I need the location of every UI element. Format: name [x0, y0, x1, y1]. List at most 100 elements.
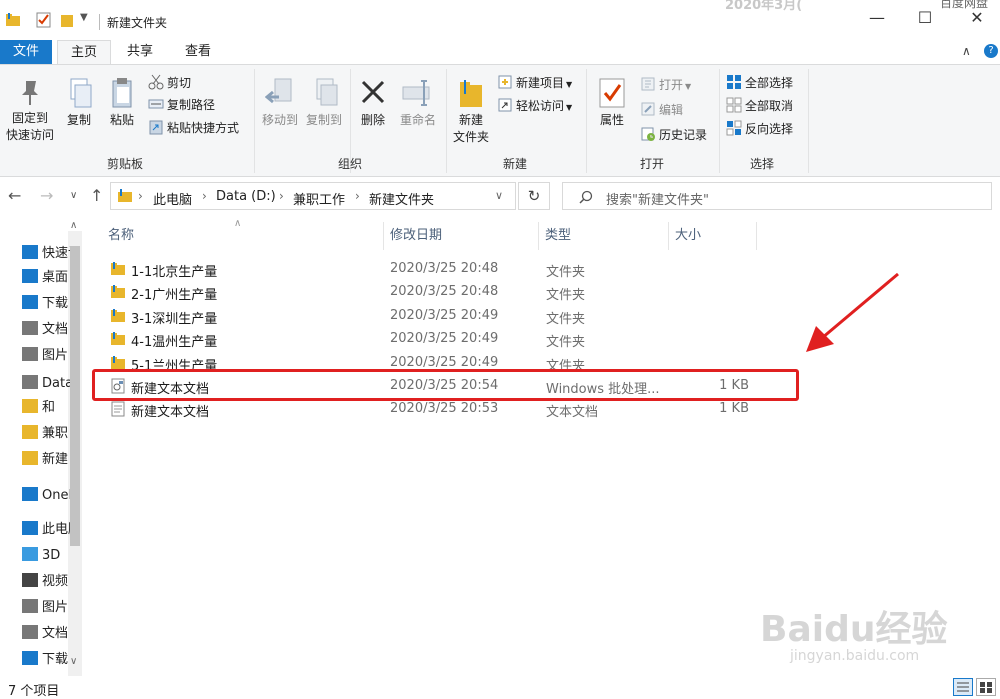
copy-path-button[interactable]: 复制路径 [148, 95, 215, 115]
back-arrow-icon[interactable]: ← [8, 186, 21, 205]
tab-view[interactable]: 查看 [176, 40, 220, 64]
cut-button[interactable]: 剪切 [148, 73, 191, 93]
column-header-name[interactable]: 名称 [102, 222, 384, 250]
tab-share[interactable]: 共享 [118, 40, 162, 64]
desktop-icon [22, 269, 38, 283]
file-name: 1-1北京生产量 [131, 265, 218, 280]
nav-item-15[interactable]: 下载 [22, 650, 70, 670]
select-all-button[interactable]: 全部选择 [726, 73, 793, 93]
column-header-type[interactable]: 类型 [539, 222, 669, 250]
forward-arrow-icon[interactable]: → [40, 186, 53, 205]
breadcrumb-chevron-icon[interactable]: › [279, 189, 284, 203]
text-file-icon [111, 401, 125, 417]
nav-item-12[interactable]: 视频 [22, 572, 70, 592]
help-icon[interactable]: ? [984, 44, 998, 58]
file-row[interactable]: 2-1广州生产量 2020/3/25 20:48 文件夹 [106, 281, 756, 303]
document-icon [22, 321, 38, 335]
history-button[interactable]: 历史记录 [640, 125, 707, 145]
delete-x-icon [361, 80, 385, 104]
breadcrumb-this-pc[interactable]: 此电脑 [153, 189, 192, 208]
file-row[interactable]: 4-1温州生产量 2020/3/25 20:49 文件夹 [106, 328, 756, 350]
breadcrumb-chevron-icon[interactable]: › [138, 189, 143, 203]
nav-item-4[interactable]: 图片 [22, 346, 70, 366]
select-none-button[interactable]: 全部取消 [726, 96, 793, 116]
nav-item-11[interactable]: 3D [22, 546, 70, 566]
watermark-brand: Baidu经验 [760, 609, 948, 650]
nav-item-9[interactable]: OneDrive [22, 486, 70, 506]
nav-item-10[interactable]: 此电脑 [22, 520, 70, 540]
large-icons-view-button[interactable] [976, 678, 996, 696]
nav-item-label: 和 [42, 400, 56, 415]
scroll-down-icon[interactable]: ∨ [70, 656, 77, 667]
group-separator [719, 69, 720, 173]
breadcrumb-chevron-icon[interactable]: › [202, 189, 207, 203]
breadcrumb-new-folder[interactable]: 新建文件夹 [369, 189, 434, 208]
minimize-button[interactable]: — [862, 8, 892, 27]
properties-icon [599, 78, 625, 108]
edit-button[interactable]: 编辑 [640, 100, 683, 120]
pin-icon [22, 81, 38, 105]
nav-item-1[interactable]: 桌面 [22, 268, 70, 288]
properties-check-icon[interactable] [36, 12, 52, 28]
star-icon [22, 245, 38, 259]
drive-icon [22, 375, 38, 389]
copy-button[interactable]: 复制 [60, 77, 98, 129]
title-separator [99, 14, 100, 30]
file-row[interactable]: 3-1深圳生产量 2020/3/25 20:49 文件夹 [106, 305, 756, 327]
file-row[interactable]: 1-1北京生产量 2020/3/25 20:48 文件夹 [106, 258, 756, 280]
file-type: 文件夹 [546, 311, 586, 327]
delete-button[interactable]: 删除 [354, 77, 392, 129]
nav-scrollbar-thumb[interactable] [70, 246, 80, 546]
address-bar[interactable]: › 此电脑 › Data (D:) › 兼职工作 › 新建文件夹 ∨ [110, 182, 516, 210]
paste-shortcut-button[interactable]: 粘贴快捷方式 [148, 118, 239, 138]
highlight-box [92, 369, 799, 401]
nav-item-3[interactable]: 文档 [22, 320, 70, 340]
close-button[interactable]: ✕ [962, 8, 992, 27]
refresh-icon: ↻ [527, 187, 541, 205]
new-folder-button[interactable]: 新建 文件夹 [450, 77, 492, 146]
maximize-button[interactable]: ☐ [910, 8, 940, 27]
pin-to-quick-access-button[interactable]: 固定到 快速访问 [4, 77, 56, 144]
column-header-size[interactable]: 大小 [669, 222, 757, 250]
open-group-label: 打开 [639, 157, 664, 171]
tab-home[interactable]: 主页 [57, 40, 111, 65]
group-separator [446, 69, 447, 173]
cloud-icon [22, 487, 38, 501]
invert-selection-button[interactable]: 反向选择 [726, 119, 793, 139]
properties-button[interactable]: 属性 [592, 77, 632, 129]
recent-locations-icon[interactable]: ∨ [70, 190, 77, 201]
breadcrumb-part-time-work[interactable]: 兼职工作 [293, 189, 345, 208]
new-folder-quick-icon[interactable] [60, 12, 74, 28]
details-view-button[interactable] [953, 678, 973, 696]
nav-item-14[interactable]: 文档 [22, 624, 70, 644]
quick-access-dropdown-icon[interactable]: ▼ [80, 12, 88, 23]
paste-shortcut-icon [149, 120, 163, 135]
nav-item-5[interactable]: Data [22, 374, 70, 394]
nav-item-6[interactable]: 和 [22, 398, 70, 418]
scroll-up-icon[interactable]: ∧ [70, 220, 77, 231]
tab-file[interactable]: 文件 [0, 40, 52, 64]
copy-to-button[interactable]: 复制到 [302, 77, 346, 129]
up-arrow-icon[interactable]: ↑ [90, 186, 103, 205]
collapse-ribbon-icon[interactable]: ∧ [962, 44, 971, 58]
file-row[interactable]: 新建文本文档 2020/3/25 20:53 文本文档 1 KB [106, 398, 756, 420]
refresh-button[interactable]: ↻ [518, 182, 550, 210]
breadcrumb-chevron-icon[interactable]: › [355, 189, 360, 203]
nav-item-2[interactable]: 下载 [22, 294, 70, 314]
easy-access-dropdown[interactable]: 轻松访问 ▼ [497, 96, 572, 116]
rename-button[interactable]: 重命名 [396, 77, 440, 129]
open-dropdown[interactable]: 打开 ▼ [640, 75, 691, 95]
search-box[interactable]: 搜索"新建文件夹" [562, 182, 992, 210]
move-to-button[interactable]: 移动到 [259, 77, 301, 129]
nav-item-7[interactable]: 兼职 [22, 424, 70, 444]
folder-icon [111, 308, 125, 322]
nav-item-13[interactable]: 图片 [22, 598, 70, 618]
nav-item-0[interactable]: 快速访问 [22, 244, 70, 264]
new-item-dropdown[interactable]: 新建项目 ▼ [497, 73, 572, 93]
breadcrumb-data-drive[interactable]: Data (D:) [216, 189, 276, 204]
nav-item-8[interactable]: 新建 [22, 450, 70, 470]
search-placeholder: 搜索"新建文件夹" [606, 193, 709, 208]
column-header-date[interactable]: 修改日期 [384, 222, 539, 250]
paste-button[interactable]: 粘贴 [103, 77, 141, 129]
address-dropdown-icon[interactable]: ∨ [495, 189, 503, 202]
